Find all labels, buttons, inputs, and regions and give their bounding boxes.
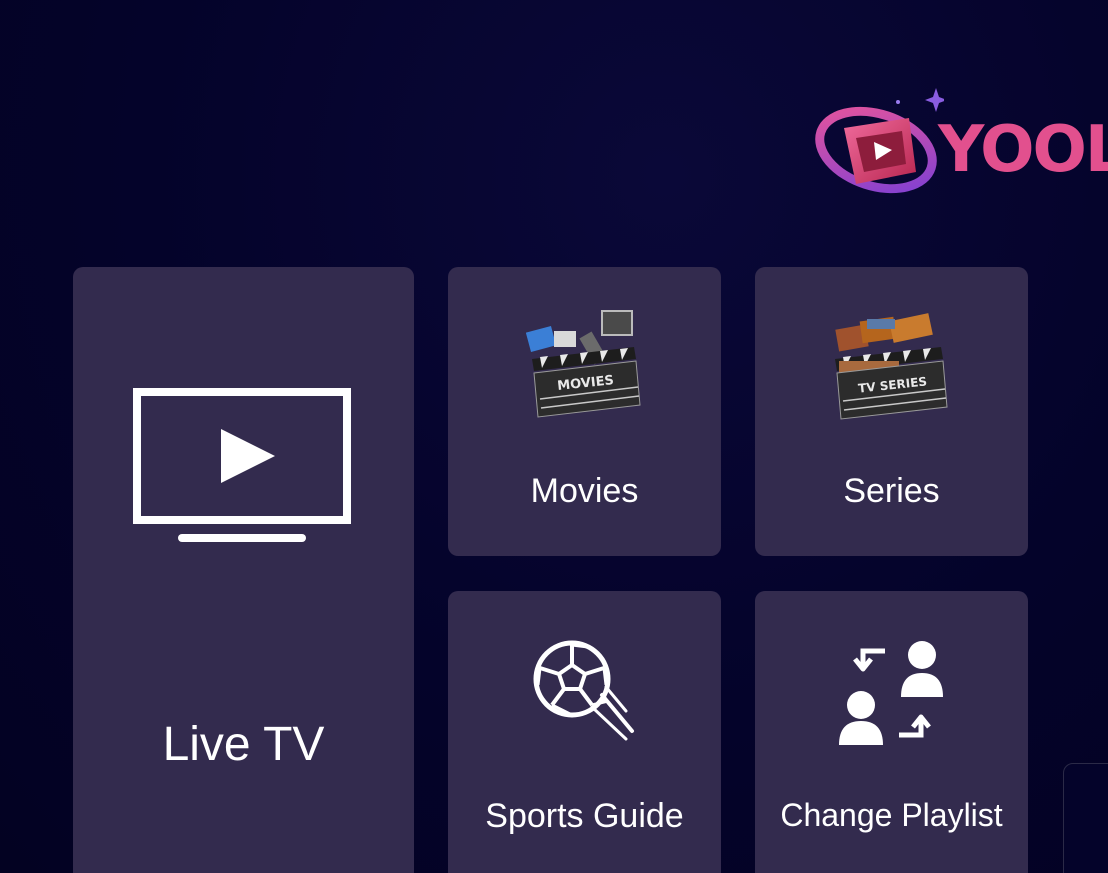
- brand-name: YOOL: [938, 113, 1108, 187]
- change-playlist-tile[interactable]: Change Playlist: [755, 591, 1028, 873]
- offscreen-panel-tab[interactable]: [1063, 763, 1108, 873]
- soccer-ball-icon: [533, 640, 634, 741]
- switch-users-icon: [839, 641, 943, 745]
- movies-clapperboard-icon: MOVIES: [526, 310, 641, 418]
- live-tv-label: Live TV: [162, 718, 325, 771]
- sports-guide-tile[interactable]: Sports Guide: [448, 591, 721, 873]
- tv-play-icon: [133, 388, 351, 542]
- tv-series-clapperboard-icon: TV SERIES: [835, 313, 948, 420]
- logo-emblem-icon: [815, 88, 944, 194]
- live-tv-tile[interactable]: Live TV: [73, 267, 414, 873]
- series-label: Series: [843, 472, 940, 510]
- movies-label: Movies: [530, 472, 639, 510]
- movies-tile[interactable]: MOVIES Movies: [448, 267, 721, 556]
- sports-guide-label: Sports Guide: [485, 797, 684, 835]
- brand-logo: YOOL: [814, 80, 1108, 206]
- change-playlist-label: Change Playlist: [780, 797, 1003, 833]
- home-screen: YOOL Live TV MOVIES Movies TV SERIES Ser…: [0, 0, 1108, 873]
- series-tile[interactable]: TV SERIES Series: [755, 267, 1028, 556]
